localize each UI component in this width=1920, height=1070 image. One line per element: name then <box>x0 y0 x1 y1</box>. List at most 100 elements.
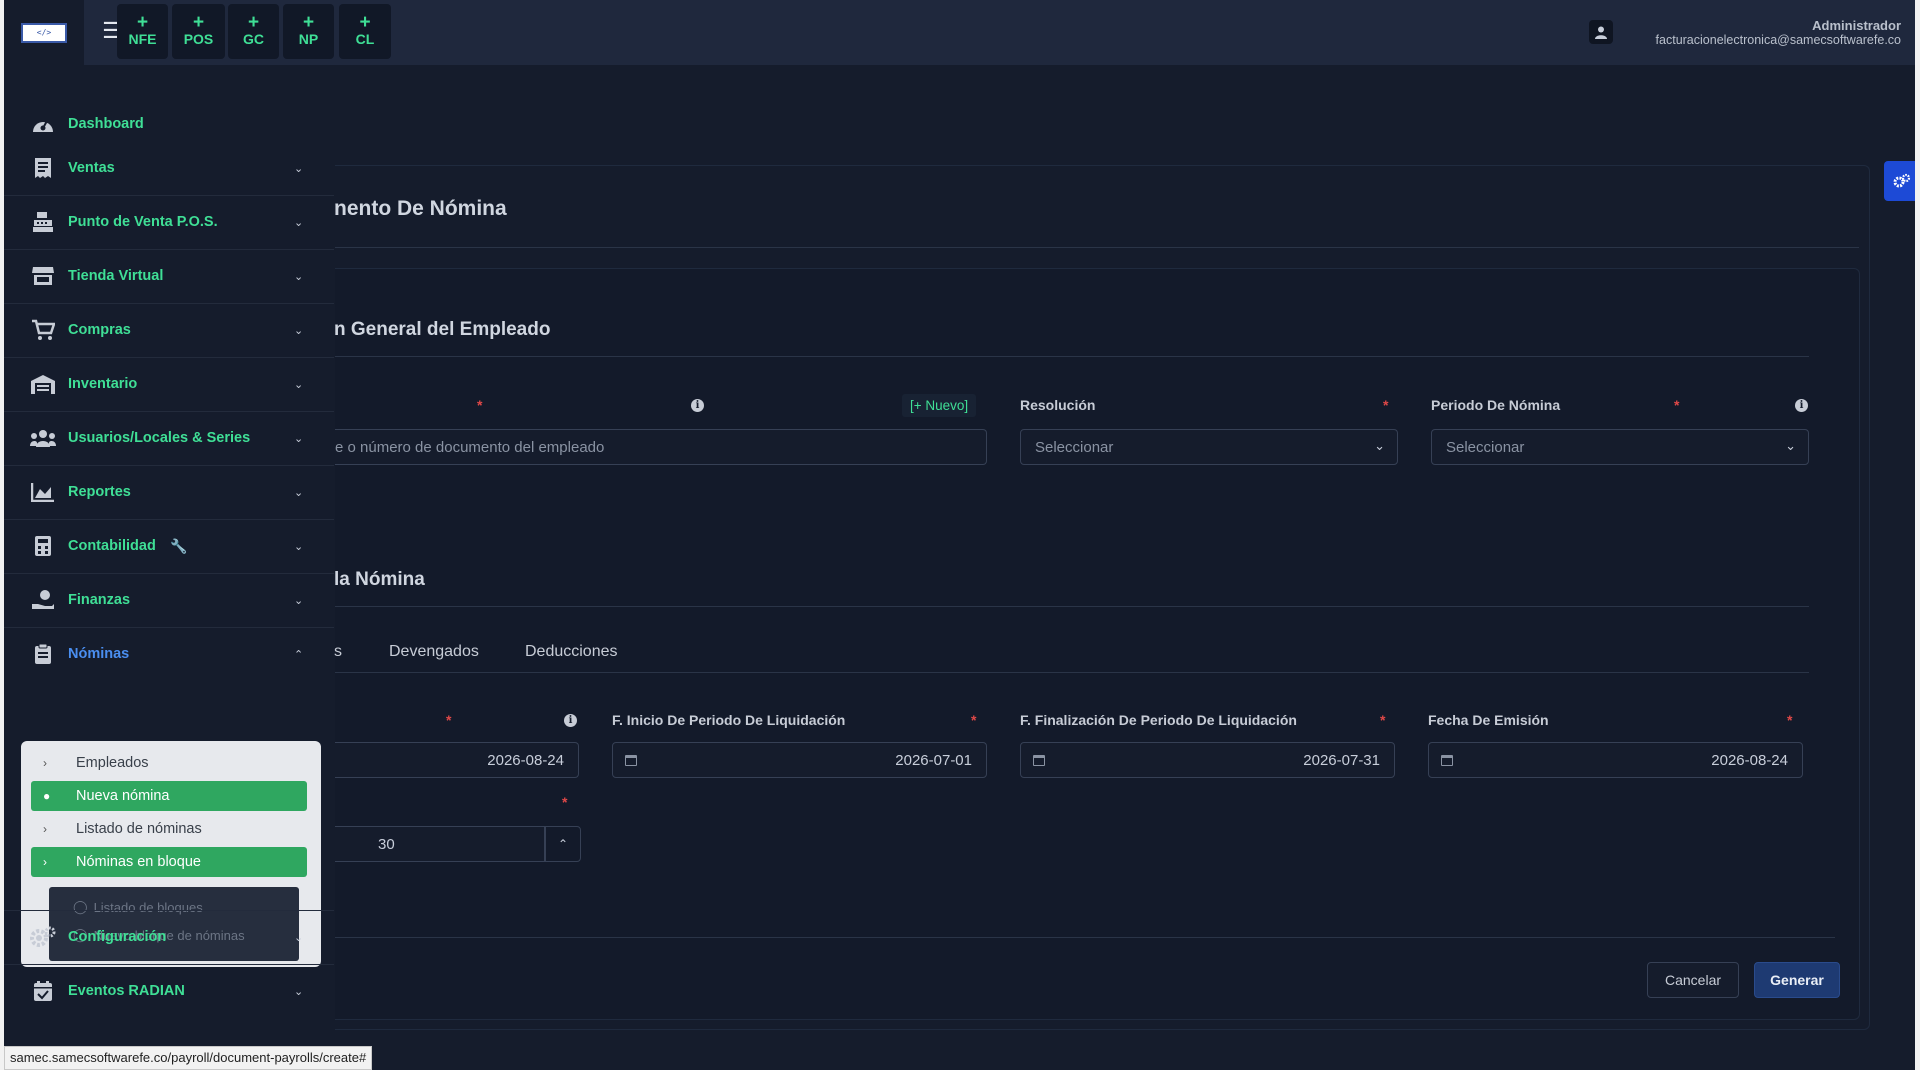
employee-search-input[interactable]: e o número de documento del empleado <box>335 429 987 465</box>
divider <box>335 247 1859 248</box>
info-icon[interactable]: i <box>564 714 577 727</box>
quick-cl-button[interactable]: + CL <box>339 4 391 59</box>
company-logo: </> <box>21 22 67 43</box>
chevron-down-icon: ⌄ <box>294 432 304 445</box>
sidebar-item-tienda-virtual[interactable]: Tienda Virtual ⌄ <box>4 249 334 303</box>
tab-general[interactable]: s <box>334 643 342 661</box>
hand-money-icon <box>30 587 56 613</box>
quick-pos-button[interactable]: + POS <box>172 4 225 59</box>
quick-button-label: NP <box>298 31 319 47</box>
chevron-down-icon: ⌄ <box>294 378 304 391</box>
periodo-label: Periodo De Nómina <box>1431 397 1561 413</box>
plus-icon: + <box>192 12 205 33</box>
sidebar-item-compras[interactable]: Compras ⌄ <box>4 303 334 357</box>
divider <box>335 937 1835 938</box>
periodo-select[interactable]: Seleccionar ⌄ <box>1431 429 1809 465</box>
quick-button-label: GC <box>243 31 264 47</box>
required-mark: * <box>1674 397 1680 413</box>
tab-devengados[interactable]: Devengados <box>389 643 479 661</box>
sidebar-item-contabilidad[interactable]: Contabilidad 🔧 ⌄ <box>4 519 334 573</box>
chevron-down-icon: ⌄ <box>1374 438 1385 453</box>
fecha-pago-value: 2026-08-24 <box>487 751 564 769</box>
sidebar-item-label: Finanzas <box>68 592 131 608</box>
cancel-button[interactable]: Cancelar <box>1647 962 1739 998</box>
resolucion-select[interactable]: Seleccionar ⌄ <box>1020 429 1398 465</box>
plus-icon: + <box>247 12 260 33</box>
sidebar-item-ventas[interactable]: Ventas ⌄ <box>4 141 334 195</box>
quick-gc-button[interactable]: + GC <box>228 4 279 59</box>
calendar-icon <box>625 754 637 766</box>
area-chart-icon <box>30 479 56 505</box>
divider <box>335 672 1809 673</box>
dias-trabajados-value: 30 <box>378 835 395 853</box>
fecha-pago-input[interactable]: 2026-08-24 <box>335 742 579 778</box>
chevron-down-icon: ⌄ <box>294 324 304 337</box>
sidebar-item-usuarios[interactable]: Usuarios/Locales & Series ⌄ <box>4 411 334 465</box>
quick-np-button[interactable]: + NP <box>283 4 334 59</box>
calculator-icon <box>30 533 56 559</box>
fecha-inicio-input[interactable]: 2026-07-01 <box>612 742 987 778</box>
sidebar-item-nominas[interactable]: Nóminas ⌃ <box>4 627 334 681</box>
sidebar-item-reportes[interactable]: Reportes ⌄ <box>4 465 334 519</box>
dias-trabajados-input[interactable]: 30 <box>335 826 545 862</box>
users-icon <box>30 425 56 451</box>
chevron-up-icon[interactable]: ⌃ <box>545 826 581 862</box>
submenu-item-nominas-en-bloque[interactable]: › Nóminas en bloque <box>31 847 307 877</box>
user-email[interactable]: facturacionelectronica@samecsoftwarefe.c… <box>1656 33 1901 47</box>
submenu-item-listado-nominas[interactable]: › Listado de nóminas <box>31 814 307 844</box>
sidebar-item-configuracion[interactable]: Configuración ⌄ <box>4 910 334 964</box>
sidebar-item-label: Inventario <box>68 376 138 392</box>
fecha-fin-label: F. Finalización De Periodo De Liquidació… <box>1020 712 1297 728</box>
top-bar: </> ☰ + NFE + POS + GC + NP + CL Adminis… <box>4 0 1915 65</box>
fecha-fin-value: 2026-07-31 <box>1303 751 1380 769</box>
generate-button[interactable]: Generar <box>1754 962 1840 998</box>
chevron-down-icon: ⌄ <box>294 931 304 944</box>
section-title-nomina: la Nómina <box>334 569 425 590</box>
chevron-down-icon: ⌄ <box>294 162 304 175</box>
sidebar-item-inventario[interactable]: Inventario ⌄ <box>4 357 334 411</box>
gauge-icon <box>30 111 56 137</box>
sidebar-item-label: Contabilidad <box>68 538 156 554</box>
quick-button-label: NFE <box>128 31 157 47</box>
info-icon[interactable]: i <box>691 399 704 412</box>
submenu-item-empleados[interactable]: › Empleados <box>31 748 307 778</box>
plus-icon: + <box>136 12 149 33</box>
store-icon <box>30 263 56 289</box>
sidebar: Dashboard Ventas ⌄ Punto de Venta P.O.S.… <box>4 65 334 1070</box>
divider <box>335 606 1809 607</box>
submenu-item-nueva-nomina[interactable]: ● Nueva nómina <box>31 781 307 811</box>
sidebar-item-eventos-radian[interactable]: Eventos RADIAN ⌄ <box>4 964 334 1018</box>
required-mark: * <box>1383 397 1389 413</box>
user-avatar-icon[interactable] <box>1589 20 1613 44</box>
sidebar-item-label: Eventos RADIAN <box>68 983 185 999</box>
logo-area[interactable]: </> <box>4 0 84 65</box>
chevron-down-icon: ⌄ <box>294 985 304 998</box>
sidebar-item-pos[interactable]: Punto de Venta P.O.S. ⌄ <box>4 195 334 249</box>
chevron-right-icon: › <box>43 822 47 836</box>
divider <box>335 356 1809 357</box>
calendar-icon <box>1033 754 1045 766</box>
sidebar-item-label: Punto de Venta P.O.S. <box>68 214 218 230</box>
fecha-emision-input[interactable]: 2026-08-24 <box>1428 742 1803 778</box>
sidebar-item-finanzas[interactable]: Finanzas ⌄ <box>4 573 334 627</box>
settings-gear-icon[interactable] <box>1884 161 1915 201</box>
wrench-icon: 🔧 <box>170 537 188 554</box>
periodo-select-value: Seleccionar <box>1446 438 1525 456</box>
fecha-inicio-value: 2026-07-01 <box>895 751 972 769</box>
calendar-check-icon <box>30 978 56 1004</box>
fecha-fin-input[interactable]: 2026-07-31 <box>1020 742 1395 778</box>
receipt-icon <box>30 155 56 181</box>
resolucion-label: Resolución <box>1020 397 1096 413</box>
plus-icon: + <box>302 12 315 33</box>
submenu-item-label: Nóminas en bloque <box>76 854 201 870</box>
tab-deducciones[interactable]: Deducciones <box>525 643 618 661</box>
sidebar-item-label: Ventas <box>68 160 115 176</box>
info-icon[interactable]: i <box>1795 399 1808 412</box>
required-mark: * <box>446 712 452 728</box>
new-employee-link[interactable]: [+ Nuevo] <box>902 394 977 417</box>
quick-nfe-button[interactable]: + NFE <box>117 4 168 59</box>
cash-register-icon <box>30 209 56 235</box>
employee-search-placeholder: e o número de documento del empleado <box>335 438 605 456</box>
required-mark: * <box>971 712 977 728</box>
user-name[interactable]: Administrador <box>1812 18 1901 33</box>
